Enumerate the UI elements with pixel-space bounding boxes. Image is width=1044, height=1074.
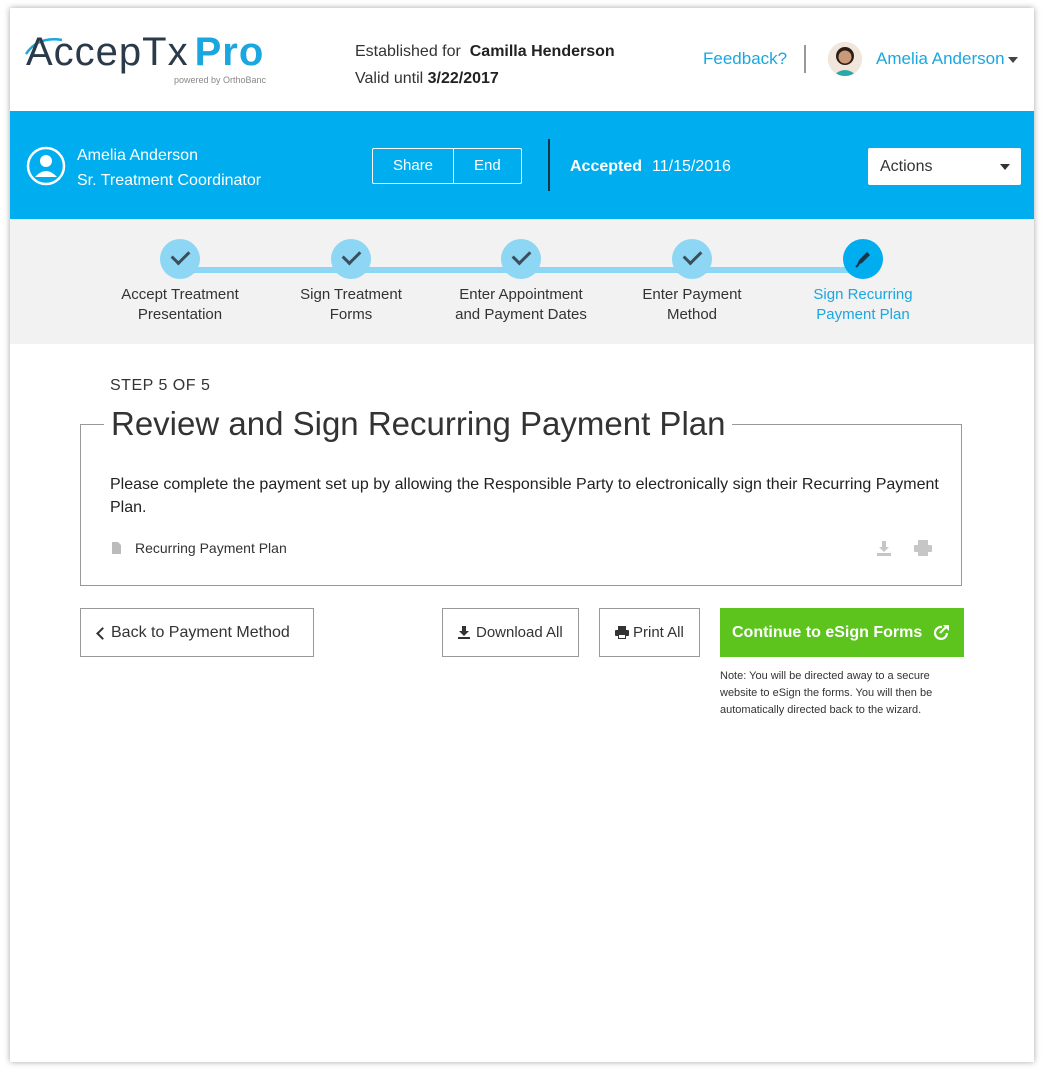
instructions: Please complete the payment set up by al… [110,476,939,516]
continue-to-esign-button[interactable]: Continue to eSign Forms [720,608,964,657]
step-accept-treatment[interactable]: Accept Treatment Presentation [100,239,260,325]
avatar[interactable] [828,42,862,76]
actions-label: Actions [880,158,933,175]
status: Accepted 11/15/2016 [570,158,731,176]
header-divider [804,45,806,73]
logo-name: AccepTx [26,30,189,74]
document-name[interactable]: Recurring Payment Plan [135,540,287,556]
step-enter-payment-method[interactable]: Enter Payment Method [612,239,772,325]
document-row: Recurring Payment Plan [110,540,936,560]
app-window: AccepTx Pro powered by OrthoBanc Establis… [10,8,1034,1062]
step-label: Sign Recurring Payment Plan [813,286,913,323]
step-label: Accept Treatment Presentation [121,286,239,323]
coordinator-name: Amelia Anderson [77,147,198,164]
print-all-label: Print All [633,624,684,641]
user-circle-icon [26,146,66,186]
back-button-label: Back to Payment Method [111,624,290,641]
share-end-group: Share End [372,148,522,184]
step-active-badge [843,239,883,279]
status-date: 11/15/2016 [652,158,731,175]
top-header: AccepTx Pro powered by OrthoBanc Establis… [10,8,1034,111]
external-link-icon [933,625,949,640]
chevron-left-icon [96,627,109,640]
step-complete-badge [501,239,541,279]
step-counter: STEP 5 OF 5 [110,377,211,394]
page-title: Review and Sign Recurring Payment Plan [104,405,733,443]
step-label: Enter Payment Method [642,286,742,323]
share-button[interactable]: Share [373,149,453,183]
checkmark-icon [682,245,703,266]
step-sign-treatment-forms[interactable]: Sign Treatment Forms [271,239,431,325]
continue-label: Continue to eSign Forms [732,624,923,641]
step-enter-appointment[interactable]: Enter Appointment and Payment Dates [441,239,601,325]
download-icon [458,626,470,639]
avatar-photo-icon [828,42,862,76]
established-name: Camilla Henderson [469,43,615,60]
logo-text: AccepTx Pro [26,30,264,75]
feedback-link[interactable]: Feedback? [703,49,787,69]
valid-date: 3/22/2017 [427,70,499,87]
logo: AccepTx Pro powered by OrthoBanc [24,30,286,90]
download-icon[interactable] [876,540,892,556]
print-icon [615,626,629,639]
step-complete-badge [331,239,371,279]
valid-label: Valid until [355,70,424,87]
coordinator-bar: Amelia Anderson Sr. Treatment Coordinato… [10,111,1034,219]
back-to-payment-method-button[interactable]: Back to Payment Method [80,608,314,657]
actions-dropdown[interactable]: Actions [868,148,1021,185]
established-label: Established for [355,43,461,60]
status-label: Accepted [570,158,643,175]
print-icon[interactable] [914,540,932,556]
wizard-stepper: Accept Treatment Presentation Sign Treatm… [10,219,1034,344]
step-label: Sign Treatment Forms [300,286,402,323]
download-all-button[interactable]: Download All [442,608,579,657]
checkmark-icon [511,245,532,266]
coordinator-role: Sr. Treatment Coordinator [77,172,262,189]
pen-icon [855,252,870,268]
user-menu-name[interactable]: Amelia Anderson [876,49,1005,69]
chevron-down-icon [1000,164,1010,170]
document-icon [112,542,121,554]
step-sign-recurring-plan[interactable]: Sign Recurring Payment Plan [783,239,943,325]
step-label: Enter Appointment and Payment Dates [455,286,587,323]
logo-pro: Pro [194,30,265,74]
step-complete-badge [160,239,200,279]
logo-powered-by: powered by OrthoBanc [174,75,267,85]
end-button[interactable]: End [453,149,521,183]
step-complete-badge [672,239,712,279]
redirect-note: Note: You will be directed away to a sec… [720,670,933,716]
checkmark-icon [341,245,362,266]
user-menu-chevron-down-icon[interactable] [1008,57,1018,63]
review-panel: Review and Sign Recurring Payment Plan P… [80,405,962,586]
print-all-button[interactable]: Print All [599,608,700,657]
download-all-label: Download All [476,624,563,641]
plan-info: Established for Camilla Henderson Valid … [355,38,615,92]
bar-divider [548,139,550,191]
checkmark-icon [170,245,191,266]
